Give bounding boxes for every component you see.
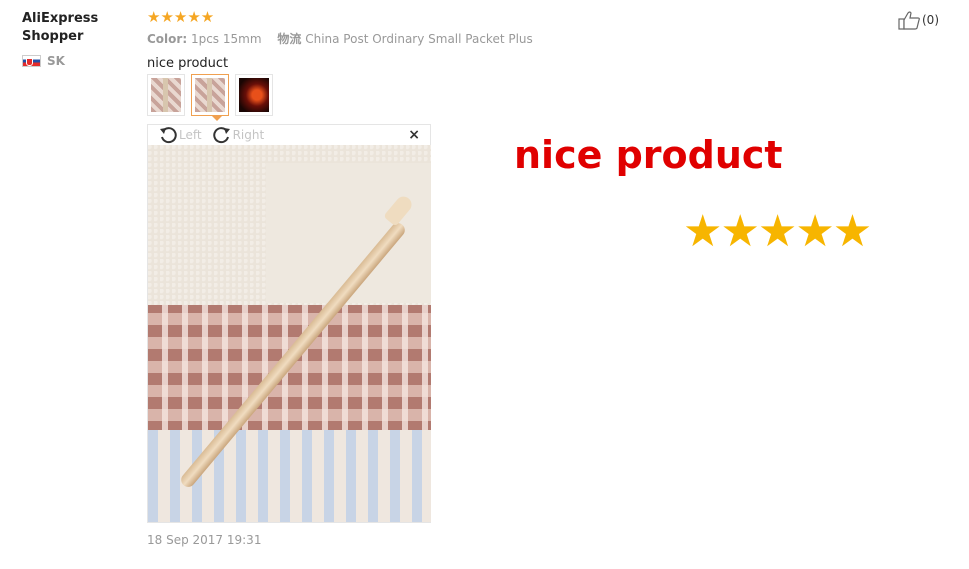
image-viewer: Left Right × — [147, 124, 431, 523]
country-code: SK — [47, 54, 65, 68]
rotate-left-icon — [160, 127, 177, 144]
like-count: (0) — [922, 13, 939, 27]
thumbnail-1[interactable] — [147, 74, 185, 116]
rating-stars: ★★★★★ — [147, 8, 215, 26]
flag-icon — [22, 55, 41, 67]
rotate-right-button[interactable]: Right — [212, 126, 265, 144]
logistics-label: 物流 — [277, 32, 302, 46]
overlay-stars: ★★★★★ — [683, 206, 872, 257]
selected-thumb-indicator — [211, 115, 223, 121]
review-date: 18 Sep 2017 19:31 — [147, 533, 262, 547]
thumbs-up-icon — [898, 11, 920, 30]
viewer-toolbar: Left Right × — [148, 125, 430, 145]
like-button[interactable]: (0) — [898, 10, 939, 30]
close-icon[interactable]: × — [408, 127, 420, 143]
reviewer-country: SK — [22, 54, 112, 68]
review-content: ★★★★★ Color: 1pcs 15mm 物流 China Post Ord… — [147, 9, 847, 547]
rotate-right-label: Right — [232, 128, 265, 142]
color-label: Color: — [147, 32, 188, 46]
review-text: nice product — [147, 56, 229, 71]
logistics-value: China Post Ordinary Small Packet Plus — [305, 32, 533, 46]
overlay-text: nice product — [514, 133, 783, 177]
color-value: 1pcs 15mm — [190, 32, 262, 46]
rotate-right-icon — [212, 127, 230, 144]
rotate-left-button[interactable]: Left — [158, 126, 202, 144]
thumbnail-3[interactable] — [235, 74, 273, 116]
review-meta: Color: 1pcs 15mm 物流 China Post Ordinary … — [147, 31, 847, 47]
thumbnail-2-selected[interactable] — [191, 74, 229, 116]
reviewer-name: AliExpress Shopper — [22, 11, 99, 44]
review-photo — [148, 145, 431, 522]
reviewer-info: AliExpress Shopper SK — [22, 10, 112, 68]
review-thumbnails — [147, 74, 847, 121]
rotate-left-label: Left — [179, 128, 202, 142]
